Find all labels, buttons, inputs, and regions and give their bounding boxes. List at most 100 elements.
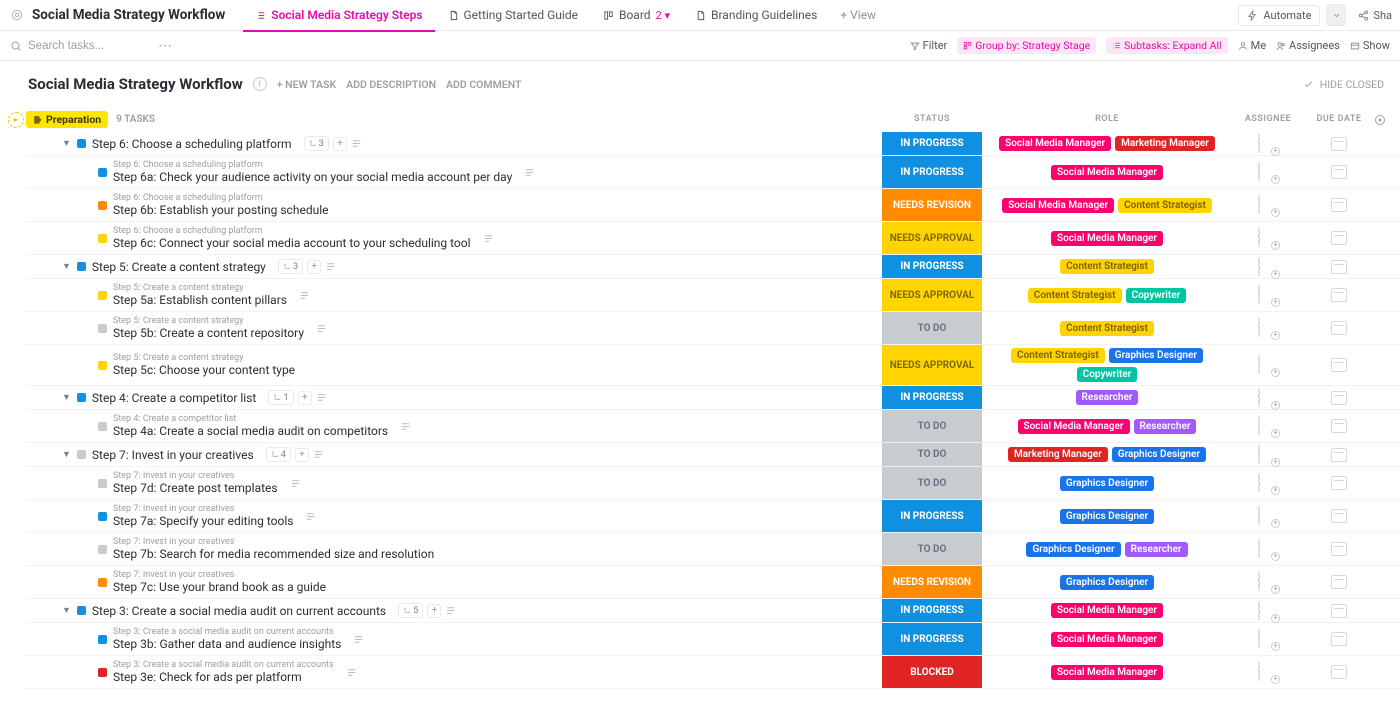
task-row[interactable]: ▼ Step 3: Create a social media audit on … bbox=[26, 599, 1400, 623]
automate-dropdown[interactable] bbox=[1326, 4, 1346, 26]
assignee-cell[interactable]: + bbox=[1232, 533, 1304, 565]
calendar-icon[interactable] bbox=[1331, 542, 1347, 556]
status-square-icon[interactable] bbox=[77, 393, 86, 402]
calendar-icon[interactable] bbox=[1331, 419, 1347, 433]
task-main-cell[interactable]: ▼Step 7: Invest in your creatives 4 + bbox=[26, 443, 882, 466]
task-main-cell[interactable]: ▼Step 6: Choose a scheduling platform 3 … bbox=[26, 132, 882, 155]
status-cell[interactable]: TO DO bbox=[882, 312, 982, 344]
assignee-cell[interactable]: + bbox=[1232, 623, 1304, 655]
calendar-icon[interactable] bbox=[1331, 632, 1347, 646]
assignee-cell[interactable]: + bbox=[1232, 599, 1304, 622]
assignee-cell[interactable]: + bbox=[1232, 656, 1304, 688]
task-title[interactable]: Step 5b: Create a content repository bbox=[113, 326, 304, 340]
tab-getting-started-guide[interactable]: Getting Started Guide bbox=[436, 0, 591, 31]
column-role[interactable]: ROLE bbox=[982, 114, 1232, 126]
assignee-cell[interactable]: + bbox=[1232, 386, 1304, 409]
calendar-icon[interactable] bbox=[1331, 604, 1347, 618]
assignee-placeholder-icon[interactable]: + bbox=[1258, 228, 1278, 248]
subtask-count[interactable]: 5 bbox=[398, 603, 423, 618]
role-cell[interactable]: Social Media Manager bbox=[982, 599, 1232, 622]
me-button[interactable]: Me bbox=[1238, 39, 1266, 52]
column-add[interactable] bbox=[1374, 114, 1400, 126]
task-main-cell[interactable]: Step 3: Create a social media audit on c… bbox=[26, 656, 882, 688]
column-due-date[interactable]: DUE DATE bbox=[1304, 114, 1374, 126]
due-date-cell[interactable] bbox=[1304, 500, 1374, 532]
filter-button[interactable]: Filter bbox=[910, 39, 948, 52]
description-icon[interactable] bbox=[313, 449, 324, 460]
task-main-cell[interactable]: Step 5: Create a content strategy Step 5… bbox=[26, 279, 882, 311]
task-main-cell[interactable]: Step 7: Invest in your creatives Step 7d… bbox=[26, 467, 882, 499]
calendar-icon[interactable] bbox=[1331, 665, 1347, 679]
subtask-row[interactable]: Step 7: Invest in your creatives Step 7b… bbox=[26, 533, 1400, 566]
role-tag[interactable]: Copywriter bbox=[1126, 288, 1187, 303]
role-tag[interactable]: Copywriter bbox=[1077, 367, 1138, 382]
role-cell[interactable]: Social Media Manager bbox=[982, 656, 1232, 688]
assignee-cell[interactable]: + bbox=[1232, 312, 1304, 344]
role-tag[interactable]: Graphics Designer bbox=[1026, 542, 1120, 557]
role-cell[interactable]: Graphics Designer bbox=[982, 566, 1232, 598]
due-date-cell[interactable] bbox=[1304, 443, 1374, 466]
add-view-button[interactable]: + View bbox=[830, 8, 886, 22]
calendar-icon[interactable] bbox=[1331, 137, 1347, 151]
calendar-icon[interactable] bbox=[1331, 165, 1347, 179]
role-tag[interactable]: Social Media Manager bbox=[1051, 231, 1163, 246]
status-cell[interactable]: IN PROGRESS bbox=[882, 500, 982, 532]
due-date-cell[interactable] bbox=[1304, 386, 1374, 409]
status-cell[interactable]: TO DO bbox=[882, 533, 982, 565]
role-tag[interactable]: Content Strategist bbox=[1060, 259, 1154, 274]
description-icon[interactable] bbox=[400, 421, 411, 432]
expand-caret-icon[interactable]: ▼ bbox=[62, 138, 71, 149]
assignee-cell[interactable]: + bbox=[1232, 156, 1304, 188]
info-icon[interactable]: i bbox=[253, 77, 267, 91]
status-cell[interactable]: IN PROGRESS bbox=[882, 599, 982, 622]
task-main-cell[interactable]: Step 7: Invest in your creatives Step 7c… bbox=[26, 566, 882, 598]
task-main-cell[interactable]: Step 5: Create a content strategy Step 5… bbox=[26, 312, 882, 344]
task-title[interactable]: Step 7d: Create post templates bbox=[113, 481, 278, 495]
tab-branding-guidelines[interactable]: Branding Guidelines bbox=[683, 0, 830, 31]
assignee-placeholder-icon[interactable]: + bbox=[1258, 134, 1278, 154]
task-main-cell[interactable]: Step 7: Invest in your creatives Step 7b… bbox=[26, 533, 882, 565]
expand-caret-icon[interactable]: ▼ bbox=[62, 605, 71, 616]
assignee-placeholder-icon[interactable]: + bbox=[1258, 572, 1278, 592]
role-tag[interactable]: Graphics Designer bbox=[1112, 447, 1206, 462]
expand-caret-icon[interactable]: ▼ bbox=[62, 449, 71, 460]
assignee-placeholder-icon[interactable]: + bbox=[1258, 355, 1278, 375]
more-menu[interactable]: ⋯ bbox=[158, 38, 172, 54]
share-button[interactable]: Sha bbox=[1352, 9, 1392, 22]
assignee-placeholder-icon[interactable]: + bbox=[1258, 601, 1278, 621]
assignee-cell[interactable]: + bbox=[1232, 132, 1304, 155]
description-icon[interactable] bbox=[351, 138, 362, 149]
task-title[interactable]: Step 6a: Check your audience activity on… bbox=[113, 170, 512, 184]
status-cell[interactable]: IN PROGRESS bbox=[882, 255, 982, 278]
calendar-icon[interactable] bbox=[1331, 321, 1347, 335]
calendar-icon[interactable] bbox=[1331, 358, 1347, 372]
status-square-icon[interactable] bbox=[77, 139, 86, 148]
description-icon[interactable] bbox=[445, 605, 456, 616]
task-row[interactable]: ▼Step 4: Create a competitor list 1 + IN… bbox=[26, 386, 1400, 410]
task-main-cell[interactable]: ▼ Step 3: Create a social media audit on … bbox=[26, 599, 882, 622]
due-date-cell[interactable] bbox=[1304, 566, 1374, 598]
assignee-placeholder-icon[interactable]: + bbox=[1258, 473, 1278, 493]
task-row[interactable]: ▼Step 5: Create a content strategy 3 + I… bbox=[26, 255, 1400, 279]
calendar-icon[interactable] bbox=[1331, 476, 1347, 490]
role-cell[interactable]: Graphics Designer bbox=[982, 500, 1232, 532]
status-cell[interactable]: TO DO bbox=[882, 410, 982, 442]
calendar-icon[interactable] bbox=[1331, 509, 1347, 523]
assignee-placeholder-icon[interactable]: + bbox=[1258, 539, 1278, 559]
assignee-cell[interactable]: + bbox=[1232, 279, 1304, 311]
role-tag[interactable]: Graphics Designer bbox=[1060, 476, 1154, 491]
task-main-cell[interactable]: Step 5: Create a content strategy Step 5… bbox=[26, 345, 882, 385]
role-cell[interactable]: Social Media Manager bbox=[982, 156, 1232, 188]
task-title[interactable]: Step 7c: Use your brand book as a guide bbox=[113, 580, 326, 594]
status-cell[interactable]: IN PROGRESS bbox=[882, 132, 982, 155]
role-tag[interactable]: Researcher bbox=[1125, 542, 1188, 557]
task-title[interactable]: Step 3: Create a social media audit on c… bbox=[92, 604, 386, 618]
description-icon[interactable] bbox=[325, 261, 336, 272]
status-square-icon[interactable] bbox=[98, 578, 107, 587]
subtask-row[interactable]: Step 3: Create a social media audit on c… bbox=[26, 656, 1400, 689]
task-main-cell[interactable]: Step 6: Choose a scheduling platform Ste… bbox=[26, 189, 882, 221]
calendar-icon[interactable] bbox=[1331, 231, 1347, 245]
role-tag[interactable]: Social Media Manager bbox=[1051, 665, 1163, 680]
assignee-cell[interactable]: + bbox=[1232, 410, 1304, 442]
column-status[interactable]: STATUS bbox=[882, 114, 982, 126]
